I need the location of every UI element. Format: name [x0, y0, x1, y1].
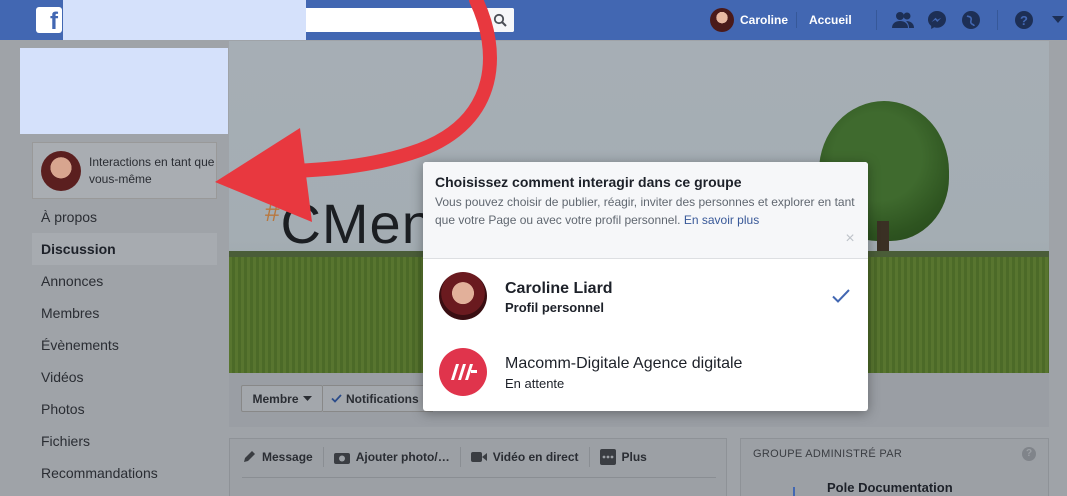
interact-as-dialog: Choisissez comment interagir dans ce gro… [423, 162, 868, 411]
option-name: Caroline Liard [505, 280, 613, 297]
composer-tab-live-video[interactable]: Vidéo en direct [470, 447, 590, 467]
facebook-logo-icon[interactable]: f [36, 7, 62, 33]
messenger-icon[interactable] [923, 8, 951, 32]
help-icon[interactable]: ? [1022, 447, 1036, 461]
sidebar-item-about[interactable]: À propos [32, 201, 217, 233]
composer-tab-label: Vidéo en direct [492, 450, 579, 464]
notifications-globe-icon[interactable] [957, 8, 985, 32]
cover-title: #CMen [265, 191, 434, 256]
avatar [41, 150, 81, 191]
search-input[interactable] [306, 8, 514, 32]
close-icon[interactable]: × [843, 231, 857, 247]
help-icon[interactable]: ? [1010, 8, 1038, 32]
dialog-title: Choisissez comment interagir dans ce gro… [435, 174, 742, 190]
search-button[interactable] [484, 8, 514, 32]
admin-box-title: GROUPE ADMINISTRÉ PAR [753, 448, 903, 460]
cover-text: CMen [280, 192, 434, 255]
composer-tab-label: Message [262, 450, 313, 464]
divider [242, 477, 716, 478]
home-link[interactable]: Accueil [796, 12, 852, 28]
interact-as-label: Interactions en tant que vous-même [89, 154, 215, 186]
composer-tab-photo[interactable]: Ajouter photo/… [333, 447, 461, 467]
pencil-icon [244, 451, 255, 462]
identity-option-personal[interactable]: Caroline Liard Profil personnel [423, 259, 868, 335]
divider [997, 10, 998, 30]
top-icons: ? [870, 8, 1067, 32]
admin-box: GROUPE ADMINISTRÉ PAR ? Pole Documentati… [740, 438, 1049, 496]
composer-tab-label: Ajouter photo/… [355, 450, 450, 464]
option-subtitle: En attente [505, 376, 565, 391]
admin-page-marker [793, 487, 795, 496]
notifications-button-label: Notifications [346, 391, 419, 406]
account-menu-chevron-icon[interactable] [1044, 8, 1067, 32]
more-icon [599, 449, 616, 465]
avatar [439, 272, 487, 320]
composer-tabs: Message Ajouter photo/… Vidéo en direct … [242, 447, 657, 467]
cover-hash: # [265, 197, 281, 227]
composer-tab-label: Plus [621, 450, 647, 464]
sidebar-item-members[interactable]: Membres [32, 297, 217, 329]
sidebar-item-recommendations[interactable]: Recommandations [32, 457, 217, 489]
video-camera-icon [470, 452, 487, 462]
sidebar-item-discussion[interactable]: Discussion [32, 233, 217, 265]
sidebar-item-videos[interactable]: Vidéos [32, 361, 217, 393]
composer-tab-message[interactable]: Message [242, 447, 324, 467]
caret-down-icon [302, 395, 312, 401]
redacted-region [63, 0, 306, 40]
redacted-region [20, 48, 228, 134]
identity-option-page[interactable]: Macomm-Digitale Agence digitale En atten… [423, 335, 868, 411]
divider [876, 10, 877, 30]
sidebar-item-announcements[interactable]: Annonces [32, 265, 217, 297]
learn-more-link[interactable]: En savoir plus [684, 213, 759, 227]
avatar [710, 8, 734, 32]
top-navigation-bar: f Caroline Accueil ? [0, 0, 1067, 40]
interact-as-card[interactable]: Interactions en tant que vous-même [32, 142, 217, 199]
member-button[interactable]: Membre [241, 385, 323, 412]
page-logo-icon [439, 348, 487, 396]
sidebar-item-files[interactable]: Fichiers [32, 425, 217, 457]
sidebar-item-events[interactable]: Évènements [32, 329, 217, 361]
post-composer: Message Ajouter photo/… Vidéo en direct … [229, 438, 727, 496]
sidebar-item-photos[interactable]: Photos [32, 393, 217, 425]
dialog-description: Vous pouvez choisir de publier, réagir, … [435, 193, 860, 229]
svg-text:?: ? [1020, 13, 1028, 28]
profile-link[interactable]: Caroline [710, 7, 788, 33]
search-icon [493, 13, 507, 27]
member-button-label: Membre [252, 391, 299, 406]
dialog-header: Choisissez comment interagir dans ce gro… [423, 162, 868, 259]
friend-requests-icon[interactable] [889, 8, 917, 32]
profile-name: Caroline [740, 13, 789, 27]
dialog-description-text: Vous pouvez choisir de publier, réagir, … [435, 195, 855, 227]
notifications-button[interactable]: Notifications [323, 385, 433, 412]
composer-tab-more[interactable]: Plus [599, 447, 657, 467]
option-name: Macomm-Digitale Agence digitale [505, 355, 743, 372]
checkmark-icon [832, 289, 850, 303]
option-subtitle: Profil personnel [505, 300, 604, 315]
admin-page-name[interactable]: Pole Documentation [827, 480, 953, 495]
group-sidebar-nav: À propos Discussion Annonces Membres Évè… [32, 201, 217, 489]
camera-icon [333, 452, 350, 464]
check-icon [331, 394, 342, 403]
